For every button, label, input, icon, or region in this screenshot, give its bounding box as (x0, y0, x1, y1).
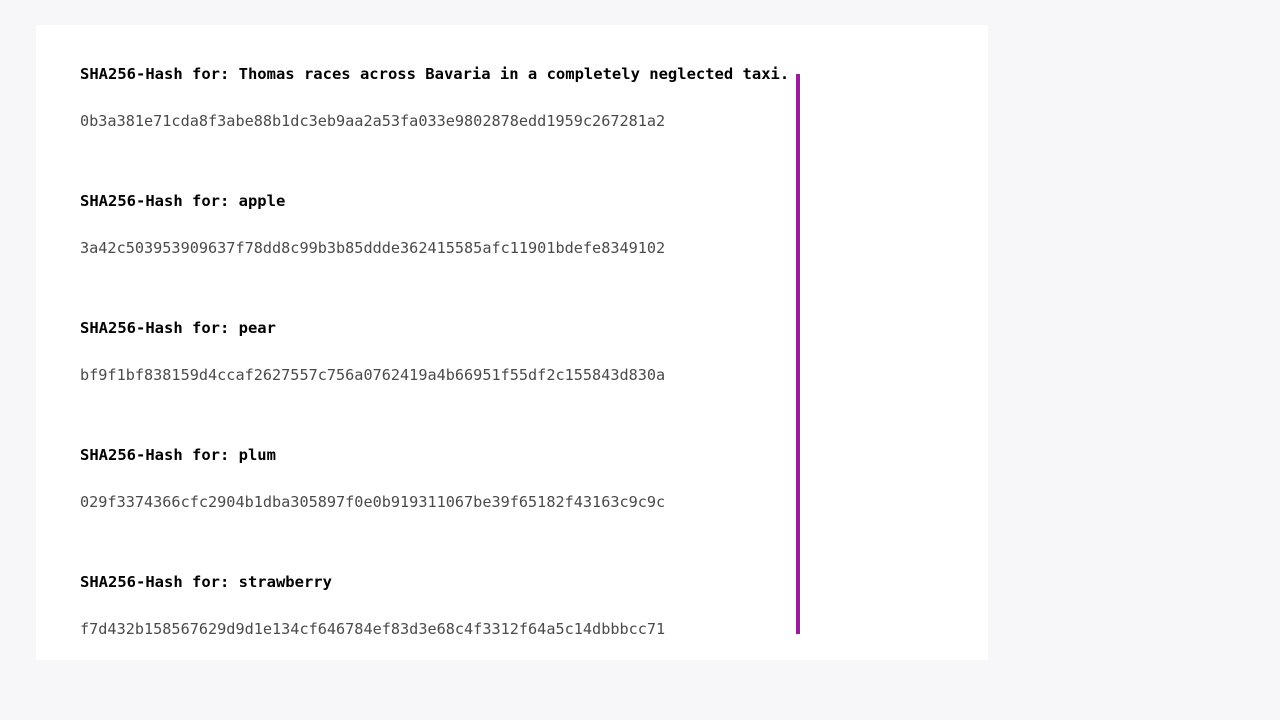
hash-entry-value[interactable]: 3a42c503953909637f78dd8c99b3b85ddde36241… (80, 240, 665, 256)
hash-entry-label: SHA256-Hash for: plum (80, 446, 276, 464)
hash-entry-label: SHA256-Hash for: Thomas races across Bav… (80, 65, 790, 83)
hash-entry-value[interactable]: f7d432b158567629d9d1e134cf646784ef83d3e6… (80, 621, 665, 637)
hash-entry-label: SHA256-Hash for: pear (80, 319, 276, 337)
hash-entry-label: SHA256-Hash for: strawberry (80, 573, 332, 591)
hash-results-card: SHA256-Hash for: Thomas races across Bav… (36, 25, 988, 660)
vertical-accent-bar (796, 74, 800, 634)
hash-entry-value[interactable]: 0b3a381e71cda8f3abe88b1dc3eb9aa2a53fa033… (80, 113, 665, 129)
hash-entry-label: SHA256-Hash for: apple (80, 192, 286, 210)
hash-entry-value[interactable]: 029f3374366cfc2904b1dba305897f0e0b919311… (80, 494, 665, 510)
page-root: SHA256-Hash for: Thomas races across Bav… (0, 0, 1280, 720)
hash-entry-value[interactable]: bf9f1bf838159d4ccaf2627557c756a0762419a4… (80, 367, 665, 383)
